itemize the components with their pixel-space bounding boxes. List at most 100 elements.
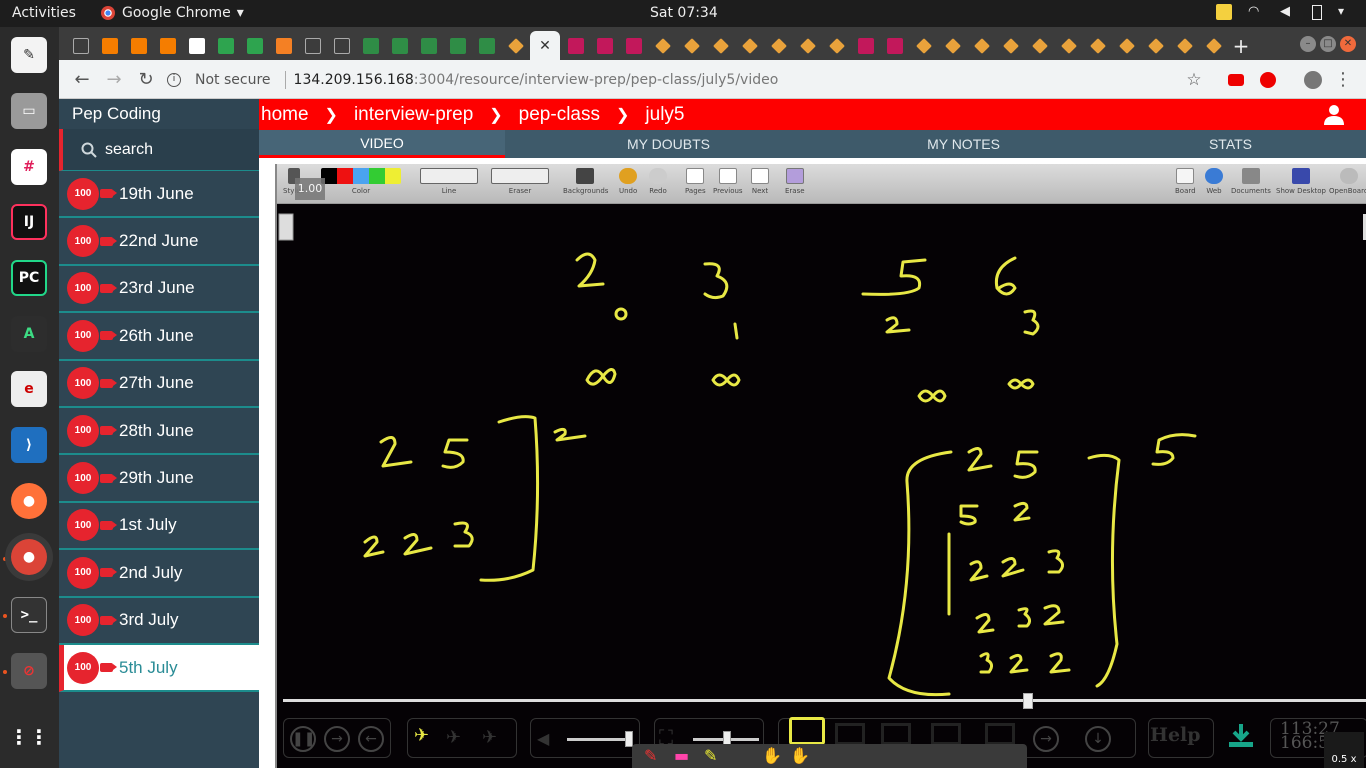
close-icon[interactable]: ✕: [539, 38, 551, 54]
download-icon[interactable]: [1227, 722, 1255, 748]
forward-button[interactable]: →: [103, 69, 125, 91]
text-editor-icon[interactable]: ✎: [11, 37, 47, 73]
browser-tab[interactable]: [910, 31, 938, 60]
zoom-slider[interactable]: [693, 731, 759, 747]
browser-tab[interactable]: [299, 31, 327, 60]
chrome-dock-icon[interactable]: ●: [11, 539, 47, 575]
vscode-icon[interactable]: ⟩: [11, 427, 47, 463]
left-side-handle[interactable]: [278, 213, 294, 241]
android-studio-icon[interactable]: A: [11, 316, 47, 352]
playback-speed[interactable]: 0.5 x: [1324, 732, 1364, 768]
files-icon[interactable]: ▭: [11, 93, 47, 129]
pep-indicator-icon[interactable]: [1216, 4, 1232, 20]
show-applications-icon[interactable]: ⋮⋮: [9, 719, 49, 755]
intellij-icon[interactable]: IJ: [11, 204, 47, 240]
browser-tab-active[interactable]: ✕: [530, 31, 560, 60]
firefox-icon[interactable]: ●: [11, 483, 47, 519]
reload-button[interactable]: ↻: [135, 69, 157, 91]
browser-tab[interactable]: [736, 31, 764, 60]
breadcrumb-home[interactable]: home: [261, 104, 309, 126]
browser-tab[interactable]: [1055, 31, 1083, 60]
volume-thumb[interactable]: [625, 731, 633, 747]
browser-tab[interactable]: [1142, 31, 1170, 60]
airplane-icon[interactable]: ✈: [446, 727, 461, 748]
browser-tab[interactable]: [1026, 31, 1054, 60]
new-tab-button[interactable]: +: [1227, 31, 1255, 60]
menu-kebab-icon[interactable]: ⋮: [1332, 69, 1354, 91]
hand-icon[interactable]: ✋: [762, 746, 782, 765]
browser-tab[interactable]: [444, 31, 472, 60]
youtube-extension-icon[interactable]: [1225, 69, 1247, 91]
volume-slider[interactable]: [567, 731, 633, 747]
speaker-icon[interactable]: ◀: [537, 729, 549, 748]
browser-tab[interactable]: [997, 31, 1025, 60]
browser-tab[interactable]: [1084, 31, 1112, 60]
back-button[interactable]: ←: [71, 69, 93, 91]
close-window-button[interactable]: ✕: [1340, 36, 1356, 52]
browser-tab[interactable]: [968, 31, 996, 60]
sidebar-item-3rd-july[interactable]: 100 3rd July: [59, 598, 259, 645]
browser-tab[interactable]: [473, 31, 501, 60]
browser-tab[interactable]: [823, 31, 851, 60]
back-icon[interactable]: ←: [358, 726, 384, 752]
download-arrow-icon[interactable]: ↓: [1085, 726, 1111, 752]
document-viewer-icon[interactable]: e: [11, 371, 47, 407]
browser-tab[interactable]: [386, 31, 414, 60]
app-menu[interactable]: Google Chrome ▾: [100, 5, 244, 21]
progress-thumb[interactable]: [1023, 693, 1034, 709]
browser-tab[interactable]: [125, 31, 153, 60]
browser-tab[interactable]: [707, 31, 735, 60]
info-icon[interactable]: i: [167, 72, 181, 87]
screen-recorder-icon[interactable]: ⊘: [11, 653, 47, 689]
sidebar-item-2nd-july[interactable]: 100 2nd July: [59, 550, 259, 598]
airplane-icon[interactable]: ✈: [414, 725, 429, 746]
browser-tab[interactable]: [562, 31, 590, 60]
sidebar-item-26th-june[interactable]: 100 26th June: [59, 313, 259, 361]
browser-tab[interactable]: [241, 31, 269, 60]
tab-video[interactable]: VIDEO: [259, 130, 505, 158]
browser-tab[interactable]: [1171, 31, 1199, 60]
browser-tab[interactable]: [649, 31, 677, 60]
browser-tab[interactable]: [852, 31, 880, 60]
system-tray[interactable]: ◠ ◀ ▾: [1216, 4, 1354, 20]
monitor-icon[interactable]: [835, 723, 865, 745]
image-icon[interactable]: [931, 723, 961, 745]
address-bar[interactable]: i Not secure 134.209.156.168 :3004/resou…: [167, 64, 1287, 95]
browser-tab[interactable]: [154, 31, 182, 60]
profile-avatar[interactable]: [1302, 69, 1324, 91]
sidebar-item-28th-june[interactable]: 100 28th June: [59, 408, 259, 456]
maximize-button[interactable]: □: [1320, 36, 1336, 52]
browser-tab[interactable]: [1200, 31, 1228, 60]
browser-tab[interactable]: [212, 31, 240, 60]
browser-tab[interactable]: [1113, 31, 1141, 60]
tab-stats[interactable]: STATS: [1095, 130, 1366, 158]
browser-tab[interactable]: [678, 31, 706, 60]
browser-tab[interactable]: [270, 31, 298, 60]
minimize-button[interactable]: –: [1300, 36, 1316, 52]
browser-tab[interactable]: [328, 31, 356, 60]
pen-icon[interactable]: ✎: [644, 746, 657, 765]
airplane-icon[interactable]: ✈: [482, 727, 497, 748]
sidebar-item-5th-july[interactable]: 100 5th July: [59, 644, 259, 693]
clock[interactable]: Sat 07:34: [650, 5, 718, 21]
browser-tab[interactable]: [881, 31, 909, 60]
image-icon[interactable]: [985, 723, 1015, 745]
hand-icon[interactable]: ✋: [790, 746, 810, 765]
contact-card-icon[interactable]: [789, 717, 825, 745]
pycharm-icon[interactable]: PC: [11, 260, 47, 296]
split-view-icon[interactable]: [881, 723, 911, 745]
sidebar-item-1st-july[interactable]: 100 1st July: [59, 503, 259, 551]
sidebar-item-23rd-june[interactable]: 100 23rd June: [59, 266, 259, 314]
browser-tab[interactable]: [357, 31, 385, 60]
eraser-icon[interactable]: ▬: [674, 746, 689, 765]
forward-icon[interactable]: →: [324, 726, 350, 752]
pause-button[interactable]: ❚❚: [290, 726, 316, 752]
sidebar-item-29th-june[interactable]: 100 29th June: [59, 455, 259, 503]
progress-bar[interactable]: [283, 693, 1366, 709]
search-input[interactable]: search: [59, 129, 259, 171]
browser-tab[interactable]: [591, 31, 619, 60]
tab-my-doubts[interactable]: MY DOUBTS: [505, 130, 832, 158]
browser-tab[interactable]: [620, 31, 648, 60]
tab-my-notes[interactable]: MY NOTES: [832, 130, 1095, 158]
sidebar-item-19th-june[interactable]: 100 19th June: [59, 171, 259, 219]
